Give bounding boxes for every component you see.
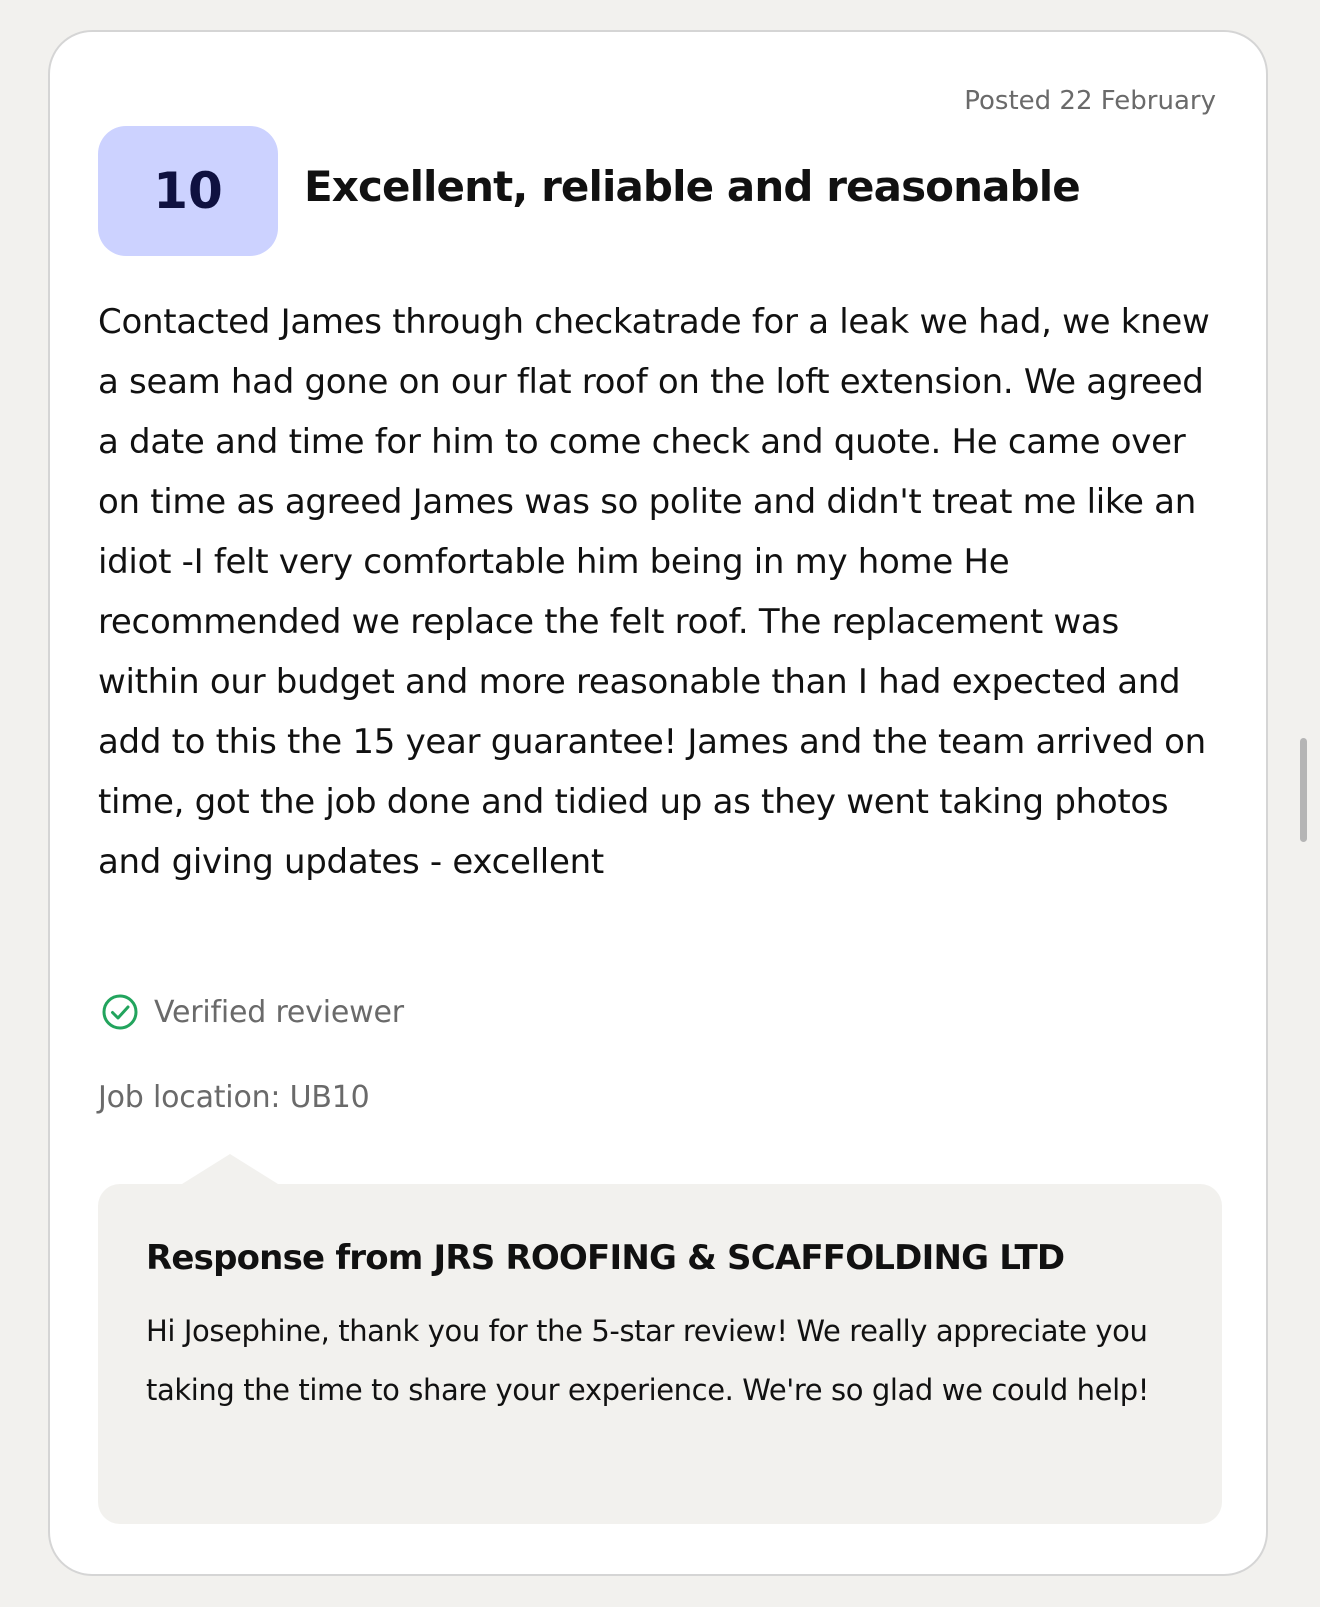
response-title: Response from JRS ROOFING & SCAFFOLDING … [146, 1238, 1065, 1278]
verified-reviewer: Verified reviewer [100, 992, 404, 1032]
business-response: Response from JRS ROOFING & SCAFFOLDING … [98, 1154, 1222, 1524]
posted-date: Posted 22 February [964, 86, 1216, 116]
job-location: Job location: UB10 [98, 1080, 370, 1115]
review-title: Excellent, reliable and reasonable [304, 162, 1081, 211]
response-body: Hi Josephine, thank you for the 5-star r… [146, 1314, 1149, 1407]
response-pointer [182, 1154, 278, 1184]
check-circle-icon [102, 994, 138, 1030]
review-card: Posted 22 February 10 Excellent, reliabl… [48, 30, 1268, 1576]
review-body: Contacted James through checkatrade for … [98, 302, 1210, 882]
verified-reviewer-label: Verified reviewer [154, 994, 404, 1030]
score-badge: 10 [98, 126, 278, 256]
scrollbar-thumb[interactable] [1300, 738, 1307, 842]
